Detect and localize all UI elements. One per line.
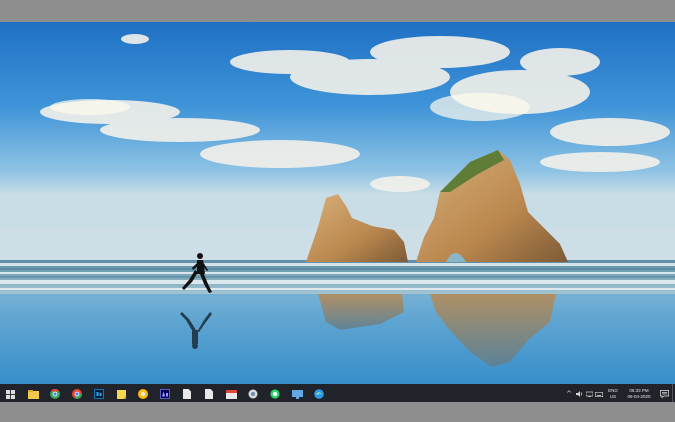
taskbar-screen-capture[interactable] (286, 384, 308, 402)
edge-icon (314, 389, 324, 399)
taskbar-file-explorer[interactable] (22, 384, 44, 402)
desktop-wallpaper (0, 22, 675, 384)
taskbar-document[interactable] (176, 384, 198, 402)
volume-button[interactable] (574, 384, 584, 402)
taskbar-edge[interactable] (308, 384, 330, 402)
document-icon (183, 389, 191, 399)
screen-capture-icon (291, 389, 303, 399)
speaker-icon (575, 391, 582, 397)
chrome-icon-2 (72, 389, 82, 399)
sticky-notes-icon (116, 389, 126, 399)
desktop-screen: ^ ENG US 05:33 PM 06-04-2020 (0, 22, 675, 402)
start-button[interactable] (0, 384, 20, 402)
taskbar-document-2[interactable] (198, 384, 220, 402)
taskbar: ^ ENG US 05:33 PM 06-04-2020 (0, 384, 675, 402)
keyboard-layout-code: US (609, 394, 617, 399)
taskbar-chrome-canary[interactable] (132, 384, 154, 402)
keyboard-button[interactable] (594, 384, 604, 402)
network-icon (585, 391, 593, 397)
photoshop-icon (94, 389, 104, 399)
taskbar-photoshop[interactable] (88, 384, 110, 402)
system-tray: ^ ENG US 05:33 PM 06-04-2020 (564, 384, 675, 402)
windows-logo-icon (5, 389, 15, 399)
taskbar-snipping-tool[interactable] (242, 384, 264, 402)
show-hidden-icons-button[interactable]: ^ (564, 384, 574, 402)
taskbar-chrome-2[interactable] (66, 384, 88, 402)
action-center-button[interactable] (656, 384, 672, 402)
clock-button[interactable]: 05:33 PM 06-04-2020 (622, 384, 656, 402)
after-effects-icon (160, 389, 170, 399)
network-button[interactable] (584, 384, 594, 402)
screenshot-frame: ^ ENG US 05:33 PM 06-04-2020 (0, 0, 675, 422)
notification-icon (659, 390, 669, 398)
whatsapp-icon (270, 389, 280, 399)
clock-date: 06-04-2020 (627, 394, 651, 399)
keyboard-icon (595, 391, 603, 397)
chrome-canary-icon (138, 389, 148, 399)
taskbar-app-list (22, 384, 330, 402)
calendar-app-icon (225, 389, 237, 399)
taskbar-calendar-app[interactable] (220, 384, 242, 402)
chevron-up-icon: ^ (566, 390, 572, 398)
taskbar-chrome[interactable] (44, 384, 66, 402)
file-explorer-icon (27, 389, 39, 399)
taskbar-whatsapp[interactable] (264, 384, 286, 402)
chrome-icon (50, 389, 60, 399)
taskbar-after-effects[interactable] (154, 384, 176, 402)
taskbar-sticky-notes[interactable] (110, 384, 132, 402)
input-language-button[interactable]: ENG US (604, 384, 622, 402)
snipping-tool-icon (248, 389, 258, 399)
document-icon-2 (205, 389, 213, 399)
